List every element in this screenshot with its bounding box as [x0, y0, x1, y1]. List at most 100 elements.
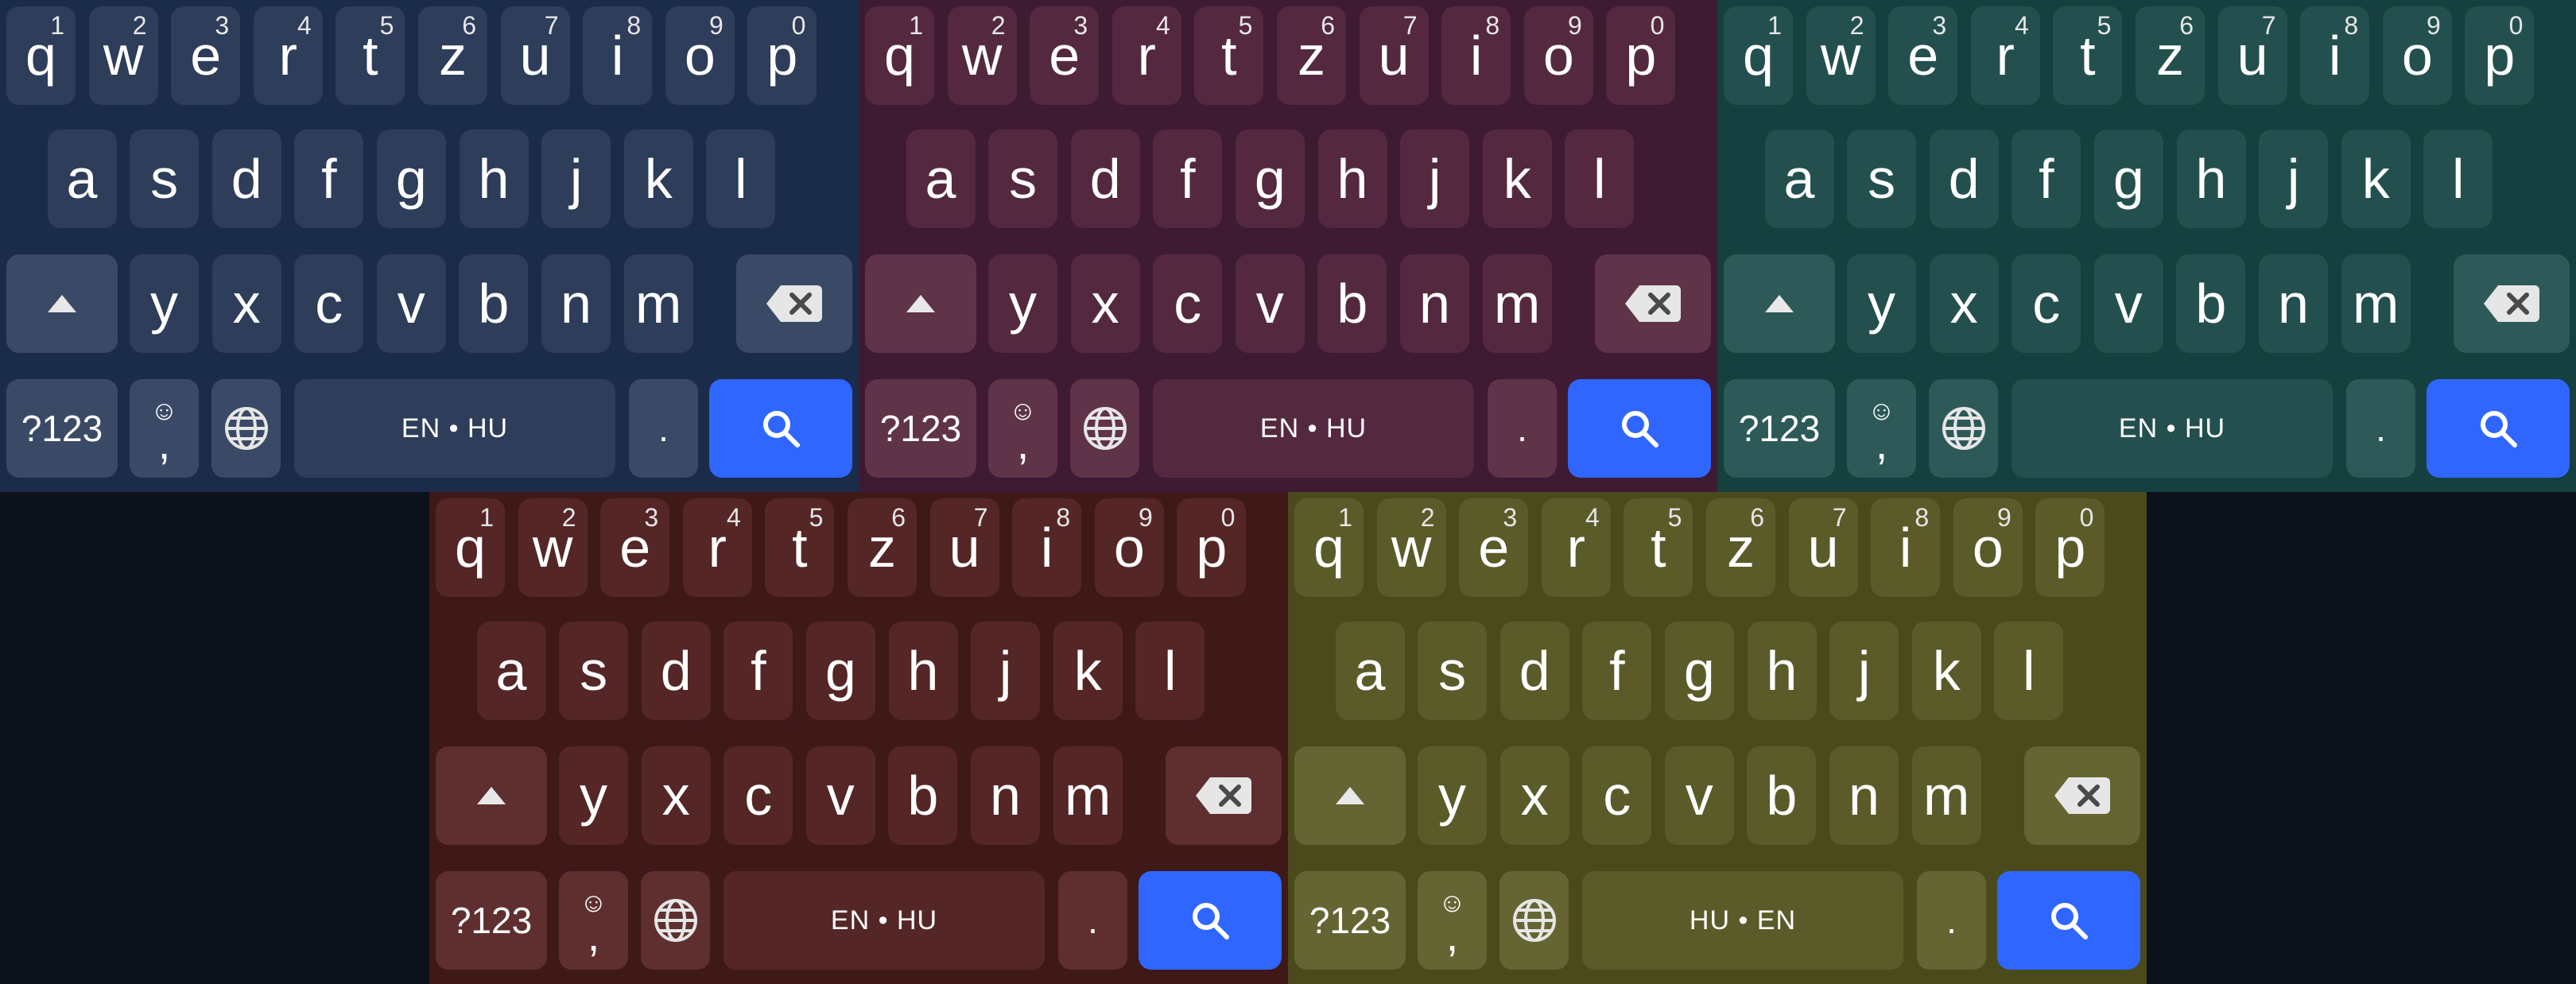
key-s[interactable]: s: [130, 130, 200, 228]
key-y[interactable]: y: [988, 254, 1057, 353]
key-z[interactable]: z6: [1277, 6, 1346, 105]
key-r[interactable]: r4: [682, 498, 752, 597]
key-b[interactable]: b: [888, 746, 958, 845]
key-h[interactable]: h: [1747, 622, 1817, 720]
key-o[interactable]: o9: [1523, 6, 1593, 105]
space-bar[interactable]: EN • HU: [2012, 379, 2333, 478]
key-c[interactable]: c: [1582, 746, 1652, 845]
key-l[interactable]: l: [1565, 130, 1635, 228]
key-c[interactable]: c: [724, 746, 793, 845]
key-w[interactable]: w2: [1376, 498, 1446, 597]
key-s[interactable]: s: [1418, 622, 1488, 720]
backspace-key[interactable]: [736, 254, 852, 353]
search-key[interactable]: [1139, 871, 1282, 970]
key-i[interactable]: i8: [2300, 6, 2370, 105]
language-switch-key[interactable]: [641, 871, 710, 970]
language-switch-key[interactable]: [1070, 379, 1139, 478]
space-bar[interactable]: HU • EN: [1582, 871, 1903, 970]
key-p[interactable]: p0: [1177, 498, 1247, 597]
key-h[interactable]: h: [1317, 130, 1387, 228]
key-s[interactable]: s: [988, 130, 1058, 228]
key-f[interactable]: f: [724, 622, 793, 720]
key-o[interactable]: o9: [1953, 498, 2023, 597]
key-r[interactable]: r4: [1970, 6, 2040, 105]
key-v[interactable]: v: [1664, 746, 1734, 845]
key-v[interactable]: v: [2093, 254, 2163, 353]
search-key[interactable]: [709, 379, 852, 478]
key-f[interactable]: f: [2012, 130, 2081, 228]
key-k[interactable]: k: [2341, 130, 2411, 228]
period-key[interactable]: .: [1917, 871, 1986, 970]
key-y[interactable]: y: [1418, 746, 1487, 845]
key-a[interactable]: a: [1764, 130, 1834, 228]
shift-key[interactable]: [436, 746, 547, 845]
language-switch-key[interactable]: [211, 379, 281, 478]
key-k[interactable]: k: [1482, 130, 1552, 228]
key-q[interactable]: q1: [1724, 6, 1793, 105]
key-u[interactable]: u7: [500, 6, 570, 105]
key-g[interactable]: g: [2093, 130, 2163, 228]
key-o[interactable]: o9: [665, 6, 735, 105]
key-b[interactable]: b: [1747, 746, 1817, 845]
key-p[interactable]: p0: [2465, 6, 2535, 105]
key-l[interactable]: l: [2423, 130, 2493, 228]
emoji-comma-key[interactable]: ☺,: [1418, 871, 1487, 970]
key-t[interactable]: t5: [2053, 6, 2123, 105]
key-f[interactable]: f: [1582, 622, 1652, 720]
key-a[interactable]: a: [476, 622, 546, 720]
key-k[interactable]: k: [1911, 622, 1981, 720]
key-u[interactable]: u7: [1788, 498, 1858, 597]
key-d[interactable]: d: [211, 130, 281, 228]
shift-key[interactable]: [865, 254, 976, 353]
space-bar[interactable]: EN • HU: [1153, 379, 1474, 478]
key-n[interactable]: n: [2259, 254, 2328, 353]
key-r[interactable]: r4: [1541, 498, 1611, 597]
key-w[interactable]: w2: [947, 6, 1017, 105]
key-q[interactable]: q1: [6, 6, 76, 105]
key-h[interactable]: h: [459, 130, 529, 228]
key-c[interactable]: c: [294, 254, 364, 353]
key-o[interactable]: o9: [2382, 6, 2452, 105]
key-u[interactable]: u7: [2217, 6, 2287, 105]
key-j[interactable]: j: [1400, 130, 1470, 228]
key-a[interactable]: a: [1335, 622, 1405, 720]
key-g[interactable]: g: [1235, 130, 1305, 228]
key-l[interactable]: l: [1994, 622, 2064, 720]
key-y[interactable]: y: [559, 746, 628, 845]
key-g[interactable]: g: [805, 622, 875, 720]
key-k[interactable]: k: [623, 130, 693, 228]
key-d[interactable]: d: [641, 622, 711, 720]
period-key[interactable]: .: [1488, 379, 1557, 478]
key-t[interactable]: t5: [1194, 6, 1264, 105]
key-m[interactable]: m: [2341, 254, 2411, 353]
key-q[interactable]: q1: [436, 498, 505, 597]
key-j[interactable]: j: [971, 622, 1041, 720]
key-d[interactable]: d: [1499, 622, 1569, 720]
key-h[interactable]: h: [2176, 130, 2246, 228]
key-x[interactable]: x: [641, 746, 711, 845]
key-n[interactable]: n: [971, 746, 1040, 845]
key-e[interactable]: e3: [171, 6, 241, 105]
key-x[interactable]: x: [1929, 254, 1999, 353]
key-g[interactable]: g: [1664, 622, 1734, 720]
symbols-key[interactable]: ?123: [1294, 871, 1406, 970]
key-h[interactable]: h: [888, 622, 958, 720]
key-w[interactable]: w2: [518, 498, 588, 597]
key-r[interactable]: r4: [1111, 6, 1181, 105]
key-i[interactable]: i8: [1441, 6, 1511, 105]
key-i[interactable]: i8: [1012, 498, 1082, 597]
shift-key[interactable]: [1724, 254, 1835, 353]
key-c[interactable]: c: [2012, 254, 2081, 353]
emoji-comma-key[interactable]: ☺,: [559, 871, 628, 970]
search-key[interactable]: [2427, 379, 2570, 478]
key-z[interactable]: z6: [418, 6, 487, 105]
search-key[interactable]: [1997, 871, 2140, 970]
key-q[interactable]: q1: [1294, 498, 1364, 597]
key-a[interactable]: a: [47, 130, 117, 228]
key-d[interactable]: d: [1929, 130, 1999, 228]
key-j[interactable]: j: [2259, 130, 2329, 228]
key-i[interactable]: i8: [583, 6, 653, 105]
key-n[interactable]: n: [541, 254, 611, 353]
key-s[interactable]: s: [559, 622, 629, 720]
key-p[interactable]: p0: [1606, 6, 1676, 105]
